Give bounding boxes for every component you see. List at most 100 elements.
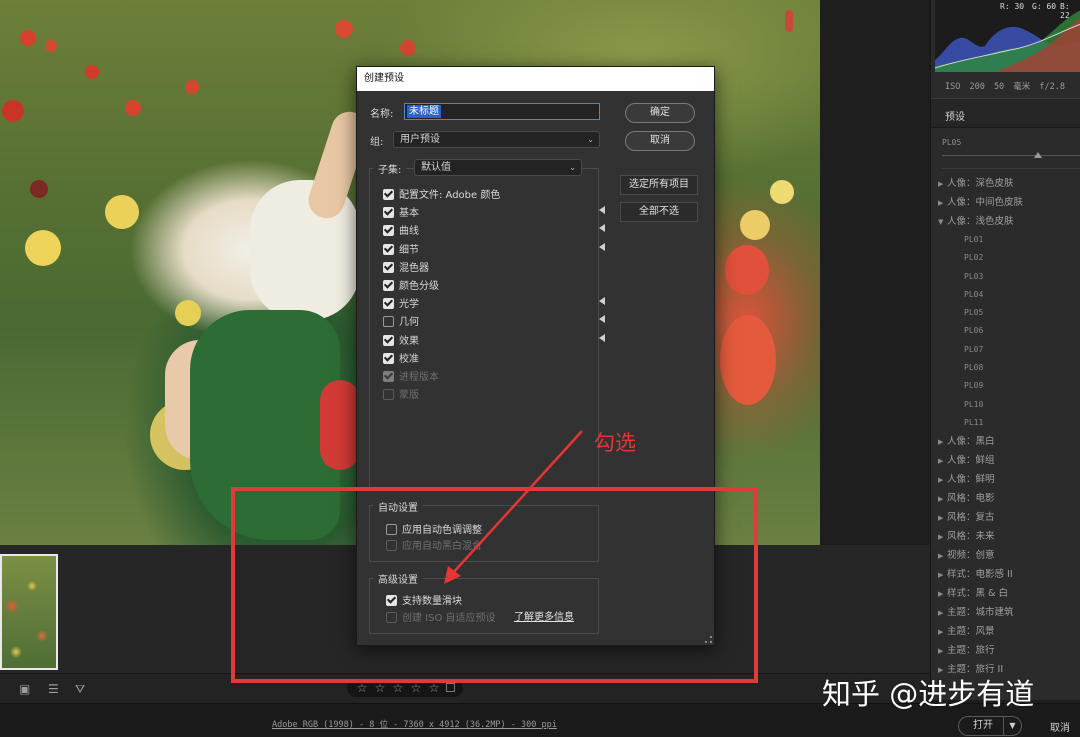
amount-slider-handle[interactable] (1034, 152, 1042, 158)
preset-item[interactable]: PL10 (931, 396, 1080, 414)
subset-select[interactable]: 默认值 ⌄ (414, 159, 582, 176)
checkbox[interactable] (383, 334, 394, 346)
histogram: R: 30 G: 60 B: 22 (935, 0, 1080, 72)
checkbox (383, 371, 394, 382)
expand-arrow-icon[interactable] (599, 242, 605, 251)
view-mode-icon[interactable]: ▣ (19, 683, 30, 695)
preset-group-item[interactable]: ▶ 风格：复古 (931, 508, 1080, 527)
setting-checkbox-row[interactable]: 细节 (383, 241, 608, 256)
setting-label: 几何 (399, 317, 419, 329)
expand-arrow-icon[interactable] (599, 315, 605, 324)
expand-arrow-icon[interactable] (599, 224, 605, 233)
annotation-highlight-box (231, 487, 758, 683)
preset-item[interactable]: PL08 (931, 359, 1080, 377)
triangle-right-icon: ▶ (938, 533, 944, 542)
cancel-button[interactable]: 取消 (625, 131, 695, 151)
preset-group-label: 主题：风景 (947, 626, 995, 638)
preset-group-item[interactable]: ▶ 主题：风景 (931, 622, 1080, 641)
select-all-button[interactable]: 选定所有项目 (620, 175, 698, 195)
preset-group-item[interactable]: ▶ 主题：旅行 (931, 641, 1080, 660)
setting-checkbox-row[interactable]: 几何 (383, 313, 608, 329)
right-panel: R: 30 G: 60 B: 22 ISO 200 50 毫米 f/2.8 预设… (930, 0, 1080, 700)
amount-slider-track[interactable] (942, 155, 1080, 156)
setting-label: 基本 (399, 208, 419, 220)
setting-checkbox-row[interactable]: 颜色分级 (383, 277, 608, 292)
ok-button[interactable]: 确定 (625, 103, 695, 123)
triangle-right-icon: ▶ (938, 199, 944, 207)
preset-group-item[interactable]: ▶ 人像：鲜明 (931, 470, 1080, 489)
preset-item[interactable]: PL03 (931, 268, 1080, 286)
preset-item[interactable]: PL06 (931, 322, 1080, 340)
checkbox (383, 389, 394, 401)
checkbox[interactable] (383, 261, 394, 273)
open-button-label: 打开 (973, 720, 993, 731)
checkbox[interactable] (383, 243, 394, 255)
preset-item[interactable]: PL09 (931, 377, 1080, 395)
presets-header[interactable]: 预设 (931, 98, 1080, 128)
color-label-icon[interactable] (446, 683, 455, 692)
preset-group-label: 样式：电影感 II (947, 569, 1013, 581)
cancel-bottom-button[interactable]: 取消 (1050, 719, 1070, 734)
preset-group-item[interactable]: ▶ 风格：未来 (931, 527, 1080, 546)
preset-group-item[interactable]: ▶ 人像：深色皮肤 (931, 174, 1080, 193)
preset-group-label: 人像：鲜明 (947, 474, 995, 486)
checkbox[interactable] (383, 207, 394, 219)
expand-arrow-icon[interactable] (599, 333, 605, 342)
setting-label: 光学 (399, 299, 419, 311)
triangle-right-icon: ▶ (938, 476, 944, 485)
preset-group-item[interactable]: ▶ 视频：创意 (931, 546, 1080, 565)
preset-item[interactable]: PL05 (931, 304, 1080, 322)
preset-item[interactable]: PL07 (931, 341, 1080, 359)
filter-icon[interactable]: ⛛ (75, 683, 85, 695)
setting-checkbox-row[interactable]: 曲线 (383, 222, 608, 238)
preset-group-item[interactable]: ▶ 主题：城市建筑 (931, 603, 1080, 622)
preset-item[interactable]: PL01 (931, 231, 1080, 249)
setting-checkbox-row[interactable]: 校准 (383, 350, 608, 365)
preset-group-label: 人像：深色皮肤 (947, 178, 1014, 189)
preset-item[interactable]: PL04 (931, 286, 1080, 304)
setting-checkbox-row[interactable]: 光学 (383, 295, 608, 311)
subset-select-value: 默认值 (421, 162, 451, 173)
sort-icon[interactable]: ☰ (48, 683, 59, 695)
preset-group-item[interactable]: ▶ 样式：电影感 II (931, 565, 1080, 584)
setting-checkbox-row[interactable]: 基本 (383, 204, 608, 220)
group-select-value: 用户预设 (400, 134, 440, 145)
setting-checkbox-row[interactable]: 配置文件: Adobe 颜色 (383, 186, 608, 201)
setting-checkbox-row[interactable]: 效果 (383, 332, 608, 347)
thumbnail-selected[interactable] (0, 554, 58, 670)
expand-arrow-icon[interactable] (599, 297, 605, 306)
setting-label: 颜色分级 (399, 281, 439, 292)
triangle-right-icon: ▶ (938, 438, 944, 447)
select-none-button[interactable]: 全部不选 (620, 202, 698, 222)
preset-group-item[interactable]: ▼ 人像：浅色皮肤 (931, 212, 1080, 231)
chevron-down-icon[interactable]: ▼ (1003, 716, 1021, 736)
checkbox[interactable] (383, 352, 394, 364)
preset-group-label: 样式：黑 & 白 (947, 588, 1008, 600)
checkbox[interactable] (383, 280, 394, 291)
preset-group-item[interactable]: ▶ 风格：电影 (931, 489, 1080, 508)
preset-group-label: 视频：创意 (947, 550, 995, 562)
preset-group-label: 风格：复古 (947, 512, 995, 524)
checkbox[interactable] (383, 189, 394, 200)
triangle-right-icon: ▶ (938, 514, 944, 523)
name-input[interactable]: 未标题 (404, 103, 600, 120)
checkbox[interactable] (383, 225, 394, 237)
group-select[interactable]: 用户预设 ⌄ (393, 131, 600, 148)
preset-item[interactable]: PL11 (931, 414, 1080, 432)
checkbox[interactable] (383, 298, 394, 310)
triangle-right-icon: ▶ (938, 628, 944, 637)
preset-group-item[interactable]: ▶ 人像：中间色皮肤 (931, 193, 1080, 212)
checkbox[interactable] (383, 316, 394, 328)
preset-group-item[interactable]: ▶ 人像：鲜组 (931, 451, 1080, 470)
preset-group-label: 人像：浅色皮肤 (947, 216, 1014, 227)
setting-checkbox-row[interactable]: 混色器 (383, 259, 608, 274)
setting-label: 曲线 (399, 226, 419, 238)
document-info-link[interactable]: Adobe RGB (1998) - 8 位 - 7360 x 4912 (36… (272, 718, 557, 730)
open-button[interactable]: 打开 ▼ (958, 716, 1022, 736)
preset-group-item[interactable]: ▶ 样式：黑 & 白 (931, 584, 1080, 603)
setting-label: 细节 (399, 244, 419, 256)
preset-group-label: 风格：电影 (947, 493, 995, 505)
expand-arrow-icon[interactable] (599, 206, 605, 215)
preset-group-item[interactable]: ▶ 人像：黑白 (931, 432, 1080, 451)
preset-item[interactable]: PL02 (931, 249, 1080, 267)
